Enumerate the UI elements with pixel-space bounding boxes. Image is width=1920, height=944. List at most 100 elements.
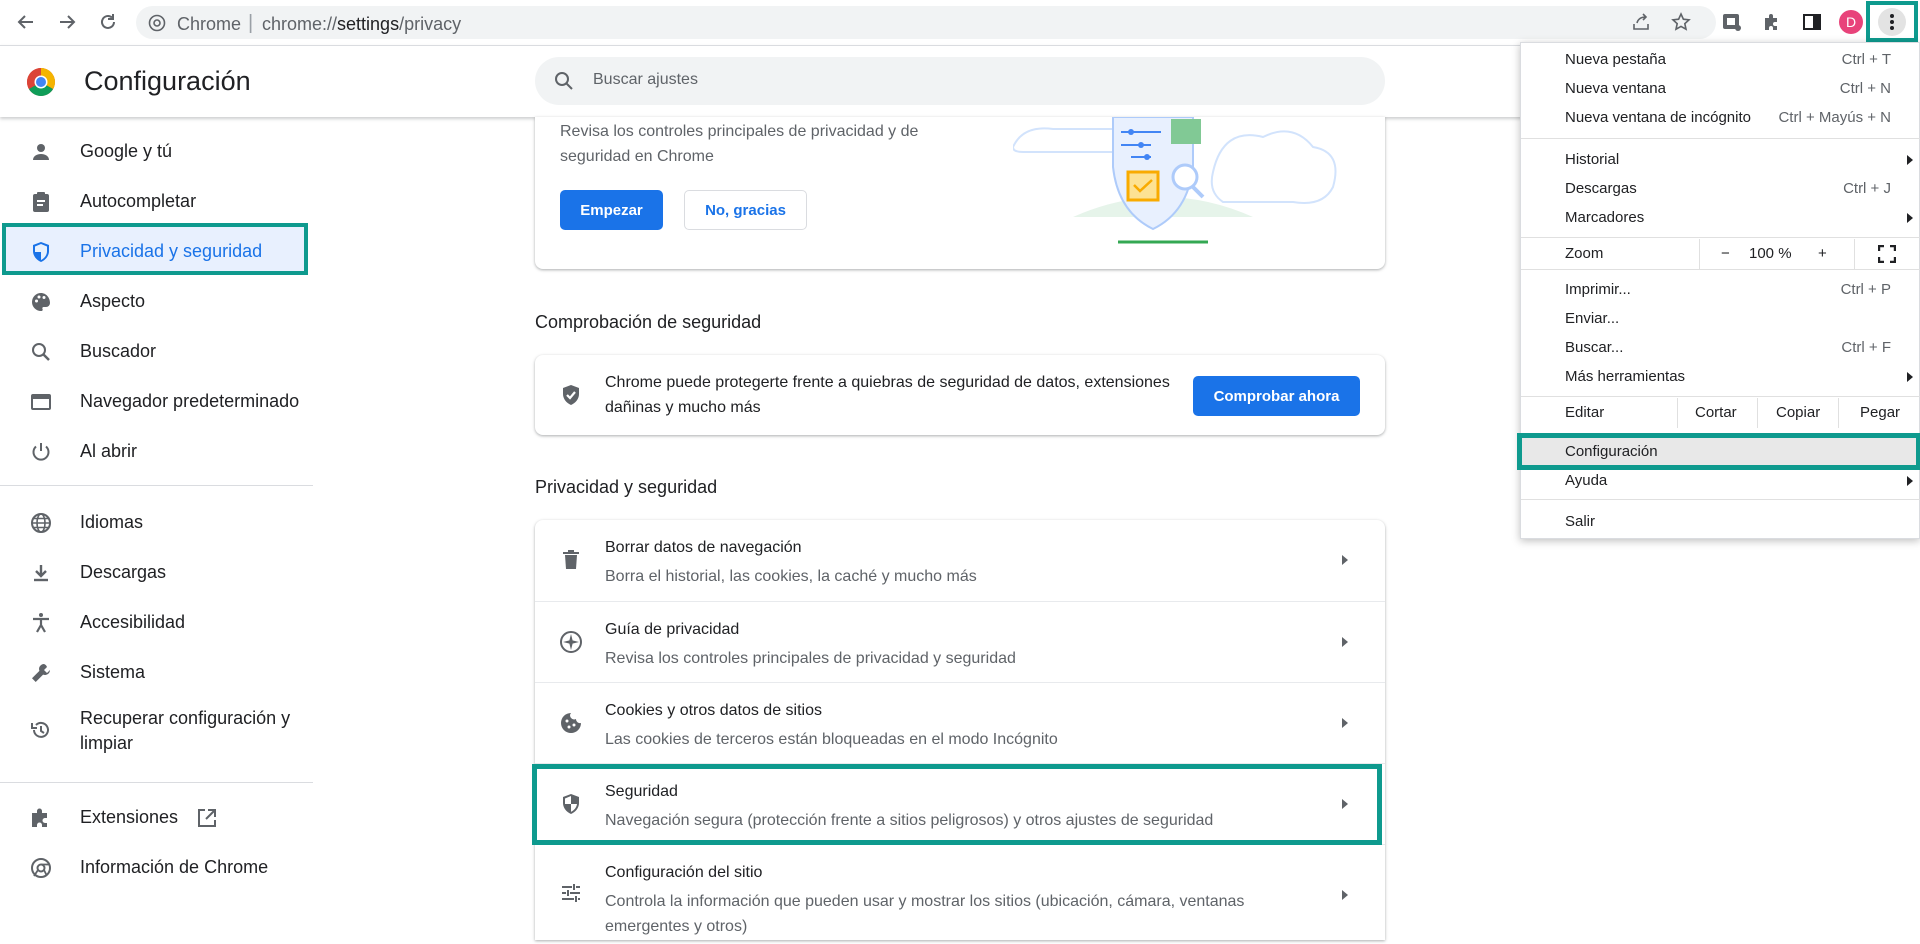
sidebar-item-label: Descargas bbox=[80, 562, 167, 582]
menu-item-incognito[interactable]: Nueva ventana de incógnito Ctrl + Mayús … bbox=[1521, 103, 1920, 132]
menu-item-downloads[interactable]: Descargas Ctrl + J bbox=[1521, 174, 1920, 203]
url-main: settings bbox=[337, 14, 400, 34]
clipboard-icon bbox=[33, 192, 49, 212]
url-prefix: chrome:// bbox=[262, 14, 338, 34]
menu-item-settings[interactable]: Configuración bbox=[1521, 437, 1920, 466]
sliders-icon bbox=[562, 884, 580, 902]
sidebar-divider bbox=[0, 485, 313, 486]
extensions-button[interactable] bbox=[1760, 10, 1784, 34]
privacy-settings-card: Borrar datos de navegación Borra el hist… bbox=[535, 520, 1385, 940]
menu-item-label: Nueva ventana de incógnito bbox=[1565, 109, 1751, 126]
sidebar-item-languages[interactable]: Idiomas bbox=[0, 498, 313, 548]
sidebar-item-label: Recuperar configuración y limpiar bbox=[80, 708, 291, 753]
site-label: Chrome bbox=[177, 14, 242, 34]
privacy-guide-promo-card: Revisa los controles principales de priv… bbox=[535, 117, 1385, 269]
submenu-arrow-icon bbox=[1907, 372, 1913, 382]
start-privacy-guide-button[interactable]: Empezar bbox=[560, 190, 663, 230]
chevron-right-icon bbox=[1342, 890, 1348, 900]
star-icon bbox=[1671, 12, 1691, 31]
browser-toolbar: Chrome | chrome://settings/privacy D bbox=[0, 0, 1920, 45]
sidebar-item-privacy[interactable]: Privacidad y seguridad bbox=[0, 227, 313, 277]
sidebar-item-search-engine[interactable]: Buscador bbox=[0, 327, 313, 377]
chrome-icon bbox=[31, 858, 51, 878]
row-privacy-guide[interactable]: Guía de privacidad Revisa los controles … bbox=[535, 601, 1385, 682]
no-thanks-button[interactable]: No, gracias bbox=[684, 190, 807, 230]
menu-item-help[interactable]: Ayuda bbox=[1521, 466, 1920, 495]
sidebar-item-about-chrome[interactable]: Información de Chrome bbox=[0, 843, 313, 893]
sidebar-item-accessibility[interactable]: Accesibilidad bbox=[0, 598, 313, 648]
check-now-button[interactable]: Comprobar ahora bbox=[1193, 376, 1360, 416]
sidebar-item-extensions[interactable]: Extensiones bbox=[0, 793, 313, 843]
menu-item-print[interactable]: Imprimir... Ctrl + P bbox=[1521, 275, 1920, 304]
paste-button[interactable]: Pegar bbox=[1860, 404, 1900, 421]
menu-item-shortcut: Ctrl + Mayús + N bbox=[1778, 109, 1891, 126]
security-row-highlight bbox=[532, 764, 1382, 845]
puzzle-icon bbox=[1765, 14, 1777, 30]
back-button[interactable] bbox=[12, 8, 40, 36]
sidebar-item-appearance[interactable]: Aspecto bbox=[0, 277, 313, 327]
submenu-arrow-icon bbox=[1907, 213, 1913, 223]
menu-item-bookmarks[interactable]: Marcadores bbox=[1521, 203, 1920, 232]
row-title: Borrar datos de navegación bbox=[605, 539, 802, 556]
row-title: Guía de privacidad bbox=[605, 621, 740, 638]
sidebar-item-label: Aspecto bbox=[80, 291, 146, 311]
menu-item-exit[interactable]: Salir bbox=[1521, 507, 1920, 536]
forward-button[interactable] bbox=[53, 8, 81, 36]
side-panel-button[interactable] bbox=[1800, 10, 1824, 34]
menu-item-history[interactable]: Historial bbox=[1521, 145, 1920, 174]
menu-item-find[interactable]: Buscar... Ctrl + F bbox=[1521, 333, 1920, 362]
row-title: Cookies y otros datos de sitios bbox=[605, 702, 822, 719]
reload-button[interactable] bbox=[94, 8, 122, 36]
submenu-arrow-icon bbox=[1907, 155, 1913, 165]
menu-item-label: Ayuda bbox=[1565, 472, 1608, 489]
menu-item-more-tools[interactable]: Más herramientas bbox=[1521, 362, 1920, 391]
sidebar-divider bbox=[0, 782, 313, 783]
zoom-out-button[interactable]: − bbox=[1721, 245, 1730, 262]
row-cookies[interactable]: Cookies y otros datos de sitios Las cook… bbox=[535, 682, 1385, 763]
row-clear-browsing-data[interactable]: Borrar datos de navegación Borra el hist… bbox=[535, 520, 1385, 601]
menu-vertical-separator bbox=[1838, 398, 1839, 428]
menu-item-label: Imprimir... bbox=[1565, 281, 1631, 298]
profile-avatar[interactable]: D bbox=[1839, 10, 1863, 34]
row-subtitle: Las cookies de terceros están bloqueadas… bbox=[605, 731, 1058, 748]
wrench-icon bbox=[32, 664, 50, 682]
row-title: Configuración del sitio bbox=[605, 864, 763, 881]
menu-item-label: Marcadores bbox=[1565, 209, 1645, 226]
row-subtitle: Borra el historial, las cookies, la cach… bbox=[605, 568, 977, 585]
chrome-menu: Nueva pestaña Ctrl + T Nueva ventana Ctr… bbox=[1517, 42, 1920, 539]
menu-item-new-window[interactable]: Nueva ventana Ctrl + N bbox=[1521, 74, 1920, 103]
shield-icon bbox=[33, 242, 49, 262]
sidebar-item-autofill[interactable]: Autocompletar bbox=[0, 177, 313, 227]
bookmark-star-button[interactable] bbox=[1669, 10, 1693, 34]
sidebar-item-reset[interactable]: Recuperar configuración y limpiar bbox=[0, 698, 313, 764]
settings-search-input[interactable]: Buscar ajustes bbox=[535, 57, 1385, 105]
copy-button[interactable]: Copiar bbox=[1776, 404, 1820, 421]
extension-button[interactable] bbox=[1720, 10, 1744, 34]
sidebar-item-downloads[interactable]: Descargas bbox=[0, 548, 313, 598]
menu-separator bbox=[1521, 396, 1920, 397]
share-button[interactable] bbox=[1629, 10, 1653, 34]
sidebar-item-label: Al abrir bbox=[80, 441, 138, 461]
browser-icon bbox=[31, 394, 51, 410]
fullscreen-icon[interactable] bbox=[1878, 245, 1896, 263]
sidebar-item-label: Extensiones bbox=[80, 807, 179, 827]
sidebar-item-google[interactable]: Google y tú bbox=[0, 127, 313, 177]
sidebar-item-label: Información de Chrome bbox=[80, 857, 269, 877]
url-separator: | bbox=[248, 12, 254, 34]
zoom-in-button[interactable]: + bbox=[1818, 245, 1827, 262]
chrome-menu-button[interactable] bbox=[1866, 1, 1918, 42]
sidebar-item-on-startup[interactable]: Al abrir bbox=[0, 427, 313, 477]
row-site-settings[interactable]: Configuración del sitio Controla la info… bbox=[535, 844, 1385, 944]
sidebar-item-label: Navegador predeterminado bbox=[80, 391, 300, 411]
menu-item-label: Enviar... bbox=[1565, 310, 1620, 327]
cut-button[interactable]: Cortar bbox=[1695, 404, 1737, 421]
sidebar-item-default-browser[interactable]: Navegador predeterminado bbox=[0, 377, 313, 427]
menu-item-new-tab[interactable]: Nueva pestaña Ctrl + T bbox=[1521, 45, 1920, 74]
menu-item-cast[interactable]: Enviar... bbox=[1521, 304, 1920, 333]
address-bar[interactable]: Chrome | chrome://settings/privacy bbox=[136, 6, 1716, 39]
person-icon bbox=[33, 144, 49, 160]
menu-item-label: Nueva ventana bbox=[1565, 80, 1666, 97]
menu-separator bbox=[1521, 499, 1920, 500]
sidebar-item-system[interactable]: Sistema bbox=[0, 648, 313, 698]
submenu-arrow-icon bbox=[1907, 476, 1913, 486]
